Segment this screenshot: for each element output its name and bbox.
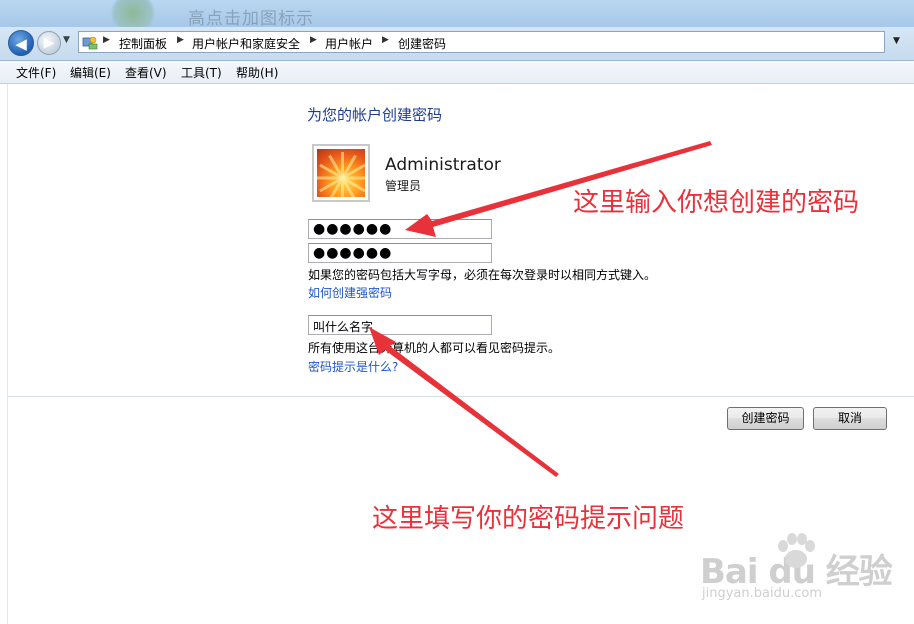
hint-annotation: 这里填写你的密码提示问题 <box>372 504 685 534</box>
paw-icon <box>778 533 815 568</box>
watermark-sub: jingyan.baidu.com <box>702 586 822 601</box>
hint-arrow <box>369 327 559 477</box>
password-annotation: 这里输入你想创建的密码 <box>573 188 860 218</box>
